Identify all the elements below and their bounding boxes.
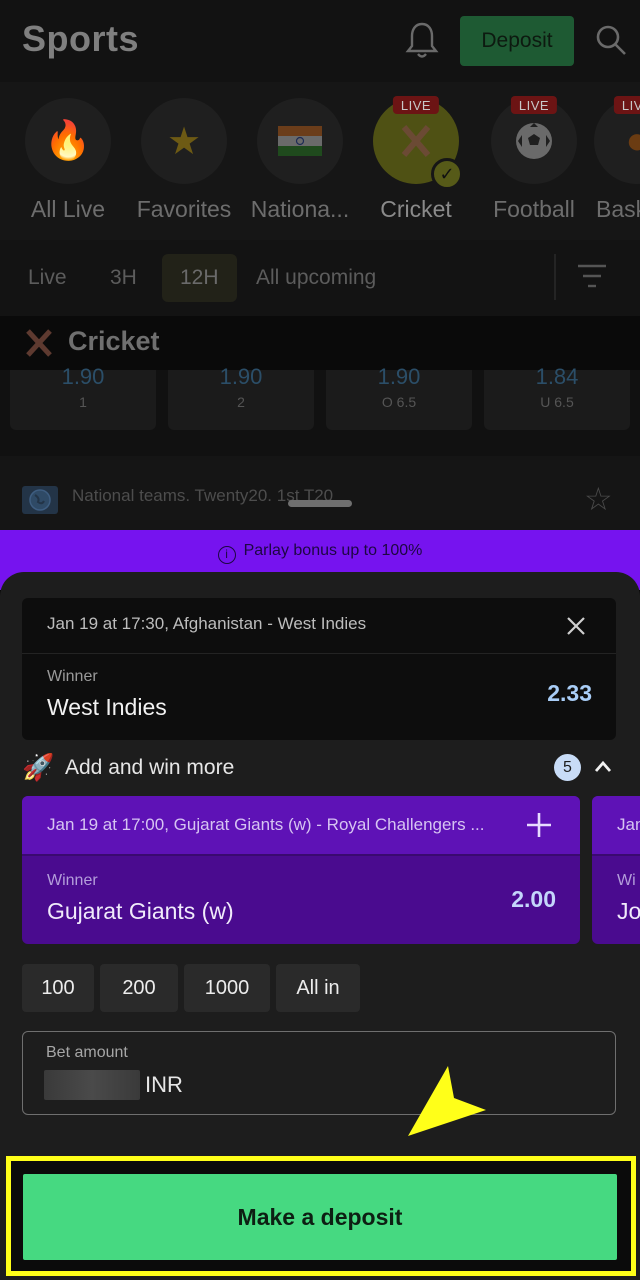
sports-screen: Sports Deposit 🔥 All Live ★ Favorites Na…	[0, 0, 640, 530]
odds-button[interactable]: 1.90 2	[168, 364, 314, 430]
bell-icon[interactable]	[404, 20, 440, 60]
plus-icon[interactable]	[524, 810, 554, 840]
filter-live[interactable]: Live	[10, 254, 85, 302]
quick-amount-200[interactable]: 200	[100, 964, 178, 1012]
sheet-drag-handle[interactable]	[288, 500, 352, 507]
category-favorites[interactable]: ★ Favorites	[126, 98, 242, 223]
quick-amount-all-in[interactable]: All in	[276, 964, 360, 1012]
suggestion-header: Jan	[592, 796, 640, 856]
suggestion-market: Wi	[617, 872, 636, 889]
section-title: Cricket	[68, 326, 160, 356]
bet-pick: West Indies	[47, 694, 167, 720]
live-badge: LIVE	[613, 96, 640, 114]
filter-3h[interactable]: 3H	[92, 254, 155, 302]
basketball-icon: LIVE ●	[594, 96, 640, 184]
category-label: Football	[493, 196, 575, 222]
favorite-star-icon[interactable]: ☆	[584, 480, 613, 518]
category-cricket[interactable]: LIVE ✓ Cricket	[358, 96, 474, 223]
time-filter-bar: Live 3H 12H All upcoming	[0, 240, 640, 316]
category-national[interactable]: Nationa...	[242, 98, 358, 223]
category-label: All Live	[30, 196, 106, 222]
cricket-bats-icon	[26, 329, 52, 357]
odds-value: 1.84	[535, 364, 579, 389]
add-and-win-more-toggle[interactable]: 🚀 Add and win more 5	[22, 752, 616, 784]
category-label: Favorites	[136, 196, 232, 222]
bet-market: Winner	[47, 668, 98, 685]
sport-section-header: Cricket	[0, 316, 640, 370]
cricket-bats-icon: LIVE ✓	[373, 96, 463, 190]
globe-icon	[22, 486, 58, 514]
category-label: Nationa...	[250, 196, 350, 222]
live-badge: LIVE	[392, 96, 440, 114]
currency-label: INR	[145, 1072, 183, 1097]
suggestion-event: Jan 19 at 17:00, Gujarat Giants (w) - Ro…	[47, 815, 485, 834]
fire-icon: 🔥	[25, 98, 111, 184]
match-row[interactable]: National teams. Twenty20. 1st T20 ☆	[0, 442, 640, 530]
divider	[554, 254, 556, 300]
odds-value: 1.90	[377, 364, 421, 389]
info-icon: i	[217, 546, 236, 564]
suggestion-card[interactable]: Jan 19 at 17:00, Gujarat Giants (w) - Ro…	[22, 796, 580, 944]
live-badge: LIVE	[510, 96, 558, 114]
filter-all-upcoming[interactable]: All upcoming	[238, 254, 394, 302]
bet-amount-label: Bet amount	[46, 1044, 128, 1061]
selected-check-icon: ✓	[431, 158, 463, 190]
category-label: Cricket	[380, 196, 452, 222]
odds-label: 1	[79, 394, 87, 410]
rocket-icon: 🚀	[22, 752, 55, 782]
star-icon: ★	[141, 98, 227, 184]
quick-amount-100[interactable]: 100	[22, 964, 94, 1012]
bet-amount-field[interactable]: Bet amount INR	[22, 1031, 616, 1115]
filter-icon[interactable]	[576, 262, 608, 290]
cta-highlight-frame: Make a deposit	[6, 1156, 636, 1276]
category-label: Bask	[596, 196, 640, 222]
top-bar: Sports Deposit	[0, 0, 640, 82]
page-title: Sports	[22, 18, 140, 59]
suggestion-count-badge: 5	[554, 754, 581, 781]
suggestion-card[interactable]: Jan Wi Jo	[592, 796, 640, 944]
make-deposit-button[interactable]: Make a deposit	[23, 1174, 617, 1260]
soccer-ball-icon: LIVE	[491, 96, 577, 184]
suggestions-carousel: Jan 19 at 17:00, Gujarat Giants (w) - Ro…	[22, 796, 640, 944]
suggestion-header: Jan 19 at 17:00, Gujarat Giants (w) - Ro…	[22, 796, 580, 856]
filter-12h[interactable]: 12H	[162, 254, 237, 302]
odds-label: O 6.5	[381, 394, 417, 410]
odds-button[interactable]: 1.84 U 6.5	[484, 364, 630, 430]
blurred-amount-value	[44, 1070, 140, 1100]
quick-amount-1000[interactable]: 1000	[184, 964, 270, 1012]
suggestion-pick: Jo	[617, 898, 640, 924]
chevron-up-icon[interactable]	[592, 756, 614, 778]
category-carousel: 🔥 All Live ★ Favorites Nationa... LIVE ✓…	[0, 82, 640, 240]
close-icon[interactable]	[562, 612, 590, 640]
add-and-win-more-label: Add and win more	[65, 756, 235, 779]
category-basketball[interactable]: LIVE ● Bask	[594, 96, 640, 223]
pointer-arrow-icon	[408, 1066, 486, 1136]
india-flag-icon	[257, 98, 343, 184]
odds-value: 1.90	[219, 364, 263, 389]
suggestion-pick: Gujarat Giants (w)	[47, 898, 234, 924]
bet-card-header: Jan 19 at 17:30, Afghanistan - West Indi…	[22, 598, 616, 654]
bet-odds: 2.33	[547, 680, 592, 706]
category-football[interactable]: LIVE Football	[476, 96, 592, 223]
selected-bet-card: Jan 19 at 17:30, Afghanistan - West Indi…	[22, 598, 616, 740]
promo-text: Parlay bonus up to 100%	[243, 542, 423, 559]
suggestion-event: Jan	[617, 815, 640, 834]
deposit-button[interactable]: Deposit	[460, 16, 574, 66]
category-all-live[interactable]: 🔥 All Live	[10, 98, 126, 223]
bet-event: Jan 19 at 17:30, Afghanistan - West Indi…	[47, 614, 367, 633]
odds-label: 2	[237, 394, 245, 410]
odds-button[interactable]: 1.90 O 6.5	[326, 364, 472, 430]
odds-row: 1.90 1 1.90 2 1.90 O 6.5 1.84 U 6.5	[0, 364, 640, 442]
odds-button[interactable]: 1.90 1	[10, 364, 156, 430]
search-icon[interactable]	[594, 22, 628, 58]
odds-value: 1.90	[61, 364, 105, 389]
odds-label: U 6.5	[540, 394, 574, 410]
suggestion-odds: 2.00	[511, 886, 556, 912]
suggestion-market: Winner	[47, 872, 98, 889]
